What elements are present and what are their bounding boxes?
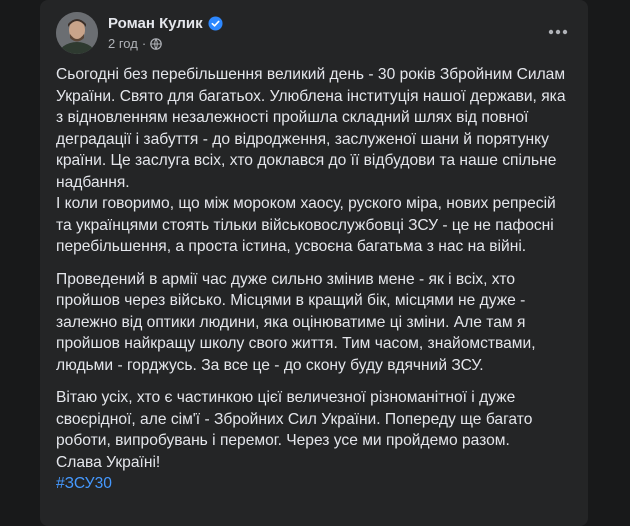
post-meta: 2 год · [108, 36, 162, 52]
author-name[interactable]: Роман Кулик [108, 14, 203, 33]
globe-icon[interactable] [150, 38, 162, 50]
more-horizontal-icon [548, 29, 568, 35]
author-row: Роман Кулик [108, 14, 223, 33]
more-options-button[interactable] [540, 14, 576, 50]
post-paragraph-2: Проведений в армії час дуже сильно зміни… [56, 270, 540, 374]
verified-badge-icon [208, 16, 223, 31]
post-card: Роман Кулик 2 год · Сьогодні без перебіл… [40, 0, 588, 526]
post-header: Роман Кулик 2 год · [56, 12, 572, 56]
post-text: Сьогодні без перебільшення великий день … [56, 64, 572, 495]
post-timestamp[interactable]: 2 год [108, 36, 138, 52]
post-paragraph-1: Сьогодні без перебільшення великий день … [56, 66, 566, 255]
meta-separator: · [141, 36, 147, 51]
hashtag-link[interactable]: #ЗСУ30 [56, 473, 112, 495]
author-avatar[interactable] [56, 12, 98, 54]
avatar-photo [56, 12, 98, 54]
post-paragraph-3: Вітаю усіх, хто є частинкою цієї величез… [56, 389, 533, 471]
